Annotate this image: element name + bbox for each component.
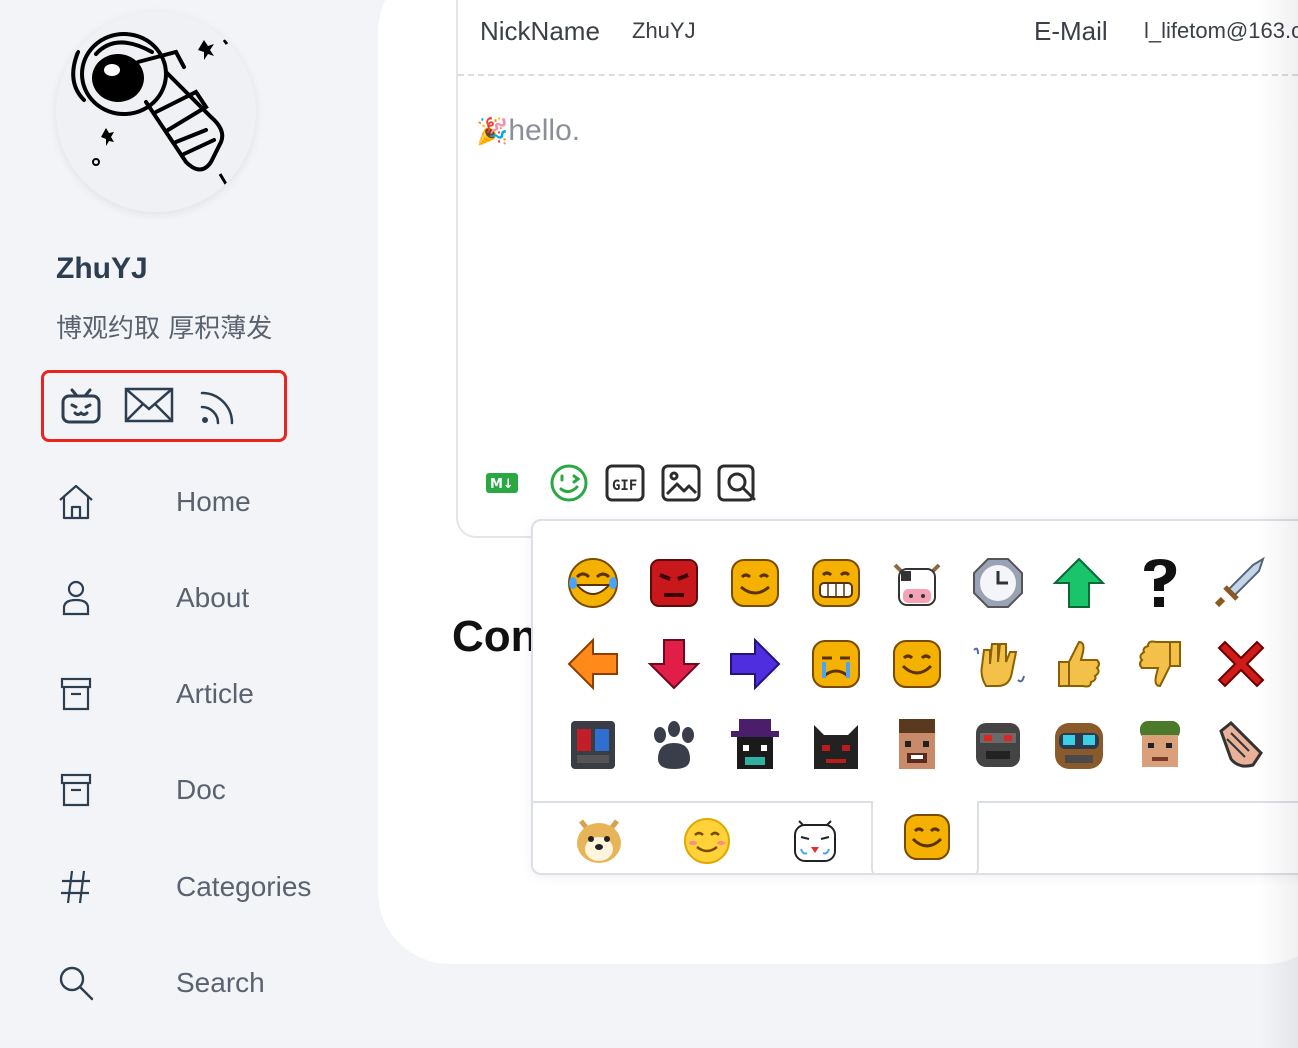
nav-item-article[interactable]: Article (0, 662, 378, 722)
emoji-panel (531, 519, 1298, 875)
svg-text:M↓: M↓ (490, 477, 514, 492)
astronaut-icon (71, 32, 229, 185)
markdown-icon[interactable]: M↓ (484, 468, 526, 510)
party-emoji: 🎉 (476, 116, 509, 146)
mail-icon[interactable] (124, 387, 174, 428)
comment-textarea[interactable]: 🎉hello. (476, 114, 580, 148)
nav-label: Article (176, 678, 254, 709)
nav-label: Doc (176, 774, 226, 805)
emoji-tab-qq[interactable] (653, 803, 761, 873)
emoji-smile[interactable] (727, 555, 783, 611)
email-label: E-Mail (1034, 16, 1108, 46)
emoji-cross[interactable] (1213, 636, 1269, 692)
nav-item-categories[interactable]: Categories (0, 855, 378, 915)
bilibili-icon[interactable] (60, 387, 102, 432)
emoji-arrow-up[interactable] (1051, 555, 1107, 611)
emoji-cow[interactable] (889, 555, 945, 611)
svg-text:GIF: GIF (612, 478, 637, 494)
emoji-thumbs-down[interactable] (1132, 636, 1188, 692)
profile-motto: 博观约取 厚积薄发 (56, 314, 273, 344)
emoji-hand[interactable] (1213, 717, 1269, 773)
archive-icon (56, 770, 96, 810)
search-icon (56, 963, 96, 1003)
emoji-cry[interactable] (808, 636, 864, 692)
profile-name: ZhuYJ (56, 252, 148, 285)
emoji-wave[interactable] (970, 636, 1026, 692)
emoji-arrow-left[interactable] (565, 636, 621, 692)
nickname-input[interactable]: ZhuYJ (632, 18, 696, 44)
rss-icon[interactable] (198, 387, 238, 432)
emoji-tab-doge[interactable] (545, 803, 653, 873)
nav-item-doc[interactable]: Doc (0, 758, 378, 818)
gif-icon[interactable]: GIF (604, 462, 646, 504)
sidebar: ZhuYJ 博观约取 厚积薄发 Home About Article Doc C… (0, 0, 378, 1048)
comment-content: hello. (508, 114, 581, 147)
emoji-tabs (533, 801, 1298, 873)
emoji-grin[interactable] (808, 555, 864, 611)
image-icon[interactable] (660, 462, 702, 504)
nav-label: Search (176, 967, 265, 998)
emoji-arrow-right[interactable] (727, 636, 783, 692)
emoji-laughing[interactable] (565, 555, 621, 611)
nav-item-about[interactable]: About (0, 566, 378, 626)
emoji-happy[interactable] (889, 636, 945, 692)
nav-item-search[interactable]: Search (0, 951, 378, 1011)
emoji-sword[interactable] (1213, 555, 1269, 611)
nav-item-home[interactable]: Home (0, 470, 378, 530)
emoji-icon[interactable] (548, 462, 590, 504)
hash-icon (56, 867, 96, 907)
emoji-dark-cat[interactable] (808, 717, 864, 773)
avatar[interactable] (56, 12, 256, 212)
emoji-paw[interactable] (646, 717, 702, 773)
nav-label: Home (176, 486, 251, 517)
social-links (41, 370, 287, 442)
emoji-thumbs-up[interactable] (1051, 636, 1107, 692)
emoji-villager-hat[interactable] (727, 717, 783, 773)
emoji-tab-pixel[interactable] (871, 801, 979, 873)
email-input[interactable]: l_lifetom@163.c (1144, 18, 1298, 44)
home-icon (56, 482, 96, 522)
comment-editor (456, 0, 1298, 538)
emoji-tab-bilibili-tv[interactable] (761, 803, 869, 873)
comments-heading: Con (452, 612, 538, 661)
emoji-grid (533, 521, 1298, 801)
emoji-clock[interactable] (970, 555, 1026, 611)
archive-icon (56, 674, 96, 714)
emoji-cowboy[interactable] (889, 717, 945, 773)
nav-label: About (176, 582, 250, 613)
user-icon (56, 578, 96, 618)
emoji-soldier[interactable] (1132, 717, 1188, 773)
emoji-robot[interactable] (970, 717, 1026, 773)
emoji-angry[interactable] (646, 555, 702, 611)
emoji-arrow-down[interactable] (646, 636, 702, 692)
nickname-label: NickName (480, 16, 600, 46)
emoji-monster-tv[interactable] (565, 717, 621, 773)
emoji-goggles[interactable] (1051, 717, 1107, 773)
comment-meta-row: NickName ZhuYJ E-Mail l_lifetom@163.c (458, 0, 1298, 76)
emoji-question[interactable] (1132, 555, 1188, 611)
preview-icon[interactable] (716, 462, 758, 504)
nav-label: Categories (176, 871, 312, 902)
